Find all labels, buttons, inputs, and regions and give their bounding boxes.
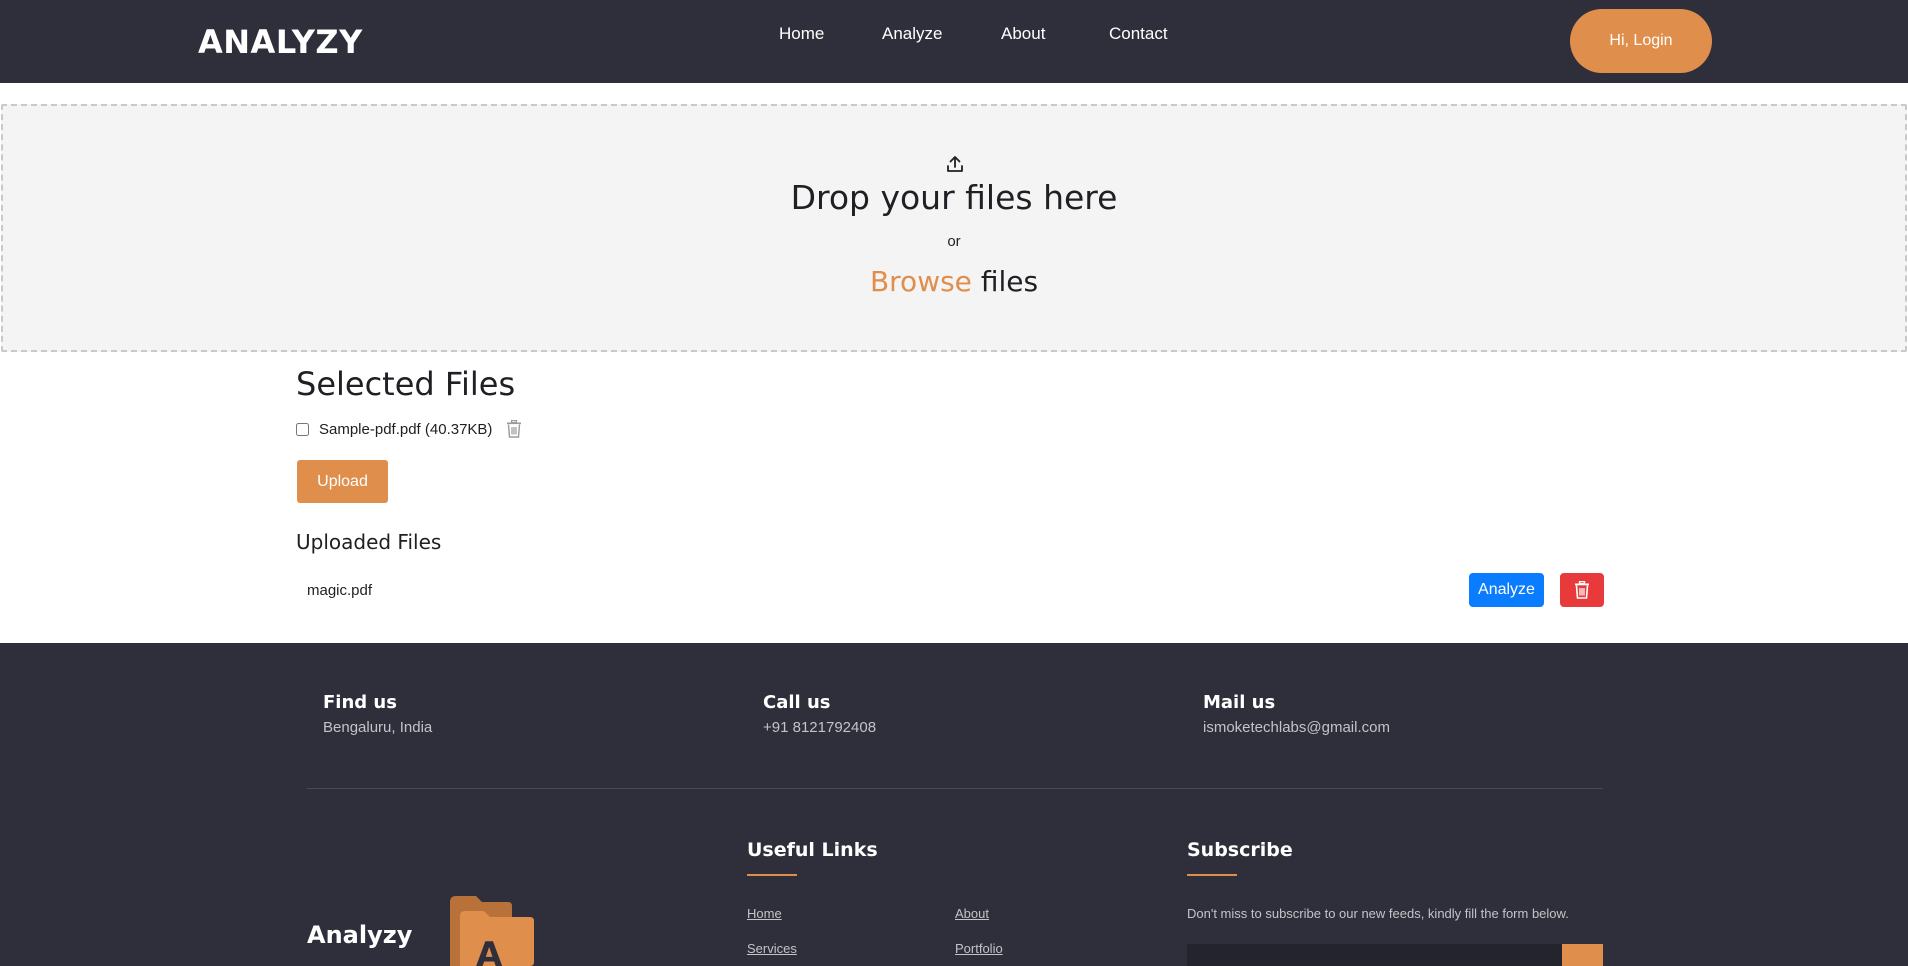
footer-link-services[interactable]: Services xyxy=(747,941,797,956)
useful-links-title: Useful Links xyxy=(747,839,878,861)
svg-text:A: A xyxy=(476,935,503,966)
call-us-value: +91 8121792408 xyxy=(763,719,877,736)
mail-us-value: ismoketechlabs@gmail.com xyxy=(1203,719,1390,736)
login-button[interactable]: Hi, Login xyxy=(1570,9,1712,73)
selected-files-title: Selected Files xyxy=(296,365,516,403)
footer-brand: Analyzy xyxy=(307,921,413,949)
dropzone-title: Drop your files here xyxy=(790,178,1118,217)
upload-button[interactable]: Upload xyxy=(297,460,388,503)
folder-logo-icon: A xyxy=(450,896,534,966)
footer-link-about[interactable]: About xyxy=(955,906,989,921)
subscribe-text: Don't miss to subscribe to our new feeds… xyxy=(1187,906,1569,921)
footer-divider xyxy=(307,788,1603,789)
subscribe-email-input[interactable] xyxy=(1187,944,1562,966)
subscribe-title: Subscribe xyxy=(1187,839,1293,861)
uploaded-file-name: magic.pdf xyxy=(307,582,373,599)
browse-files-text: files xyxy=(980,265,1039,298)
find-us-title: Find us xyxy=(323,692,397,713)
upload-icon xyxy=(947,156,963,172)
browse-line: Browse files xyxy=(0,265,1908,298)
delete-button[interactable] xyxy=(1560,573,1604,607)
call-us-title: Call us xyxy=(763,692,831,713)
navbar: ANALYZY Home Analyze About Contact Hi, L… xyxy=(0,0,1908,83)
nav-link-contact[interactable]: Contact xyxy=(1109,24,1168,44)
subscribe-underline xyxy=(1187,874,1237,876)
trash-icon[interactable] xyxy=(506,420,522,438)
selected-file-row: Sample-pdf.pdf (40.37KB) xyxy=(296,418,522,440)
find-us-value: Bengaluru, India xyxy=(323,719,433,736)
nav-link-home[interactable]: Home xyxy=(779,24,824,44)
footer-link-home[interactable]: Home xyxy=(747,906,782,921)
contact-mail-us: Mail us ismoketechlabs@gmail.com xyxy=(1203,692,1390,736)
contact-call-us: Call us +91 8121792408 xyxy=(763,692,876,736)
nav-link-about[interactable]: About xyxy=(1001,24,1045,44)
selected-file-name: Sample-pdf.pdf (40.37KB) xyxy=(319,420,493,438)
mail-us-title: Mail us xyxy=(1203,692,1276,713)
nav-link-analyze[interactable]: Analyze xyxy=(882,24,942,44)
brand-logo[interactable]: ANALYZY xyxy=(198,23,363,61)
file-checkbox[interactable] xyxy=(296,422,309,436)
analyze-button[interactable]: Analyze xyxy=(1469,573,1544,607)
subscribe-button[interactable] xyxy=(1562,944,1603,966)
contact-find-us: Find us Bengaluru, India xyxy=(323,692,432,736)
footer: Find us Bengaluru, India Call us +91 812… xyxy=(0,643,1908,966)
useful-links-underline xyxy=(747,874,797,876)
browse-link[interactable]: Browse xyxy=(870,265,972,298)
dropzone-or: or xyxy=(947,233,961,250)
uploaded-files-title: Uploaded Files xyxy=(296,530,442,554)
footer-link-portfolio[interactable]: Portfolio xyxy=(955,941,1003,956)
trash-icon xyxy=(1575,581,1589,599)
file-dropzone[interactable] xyxy=(1,104,1907,352)
